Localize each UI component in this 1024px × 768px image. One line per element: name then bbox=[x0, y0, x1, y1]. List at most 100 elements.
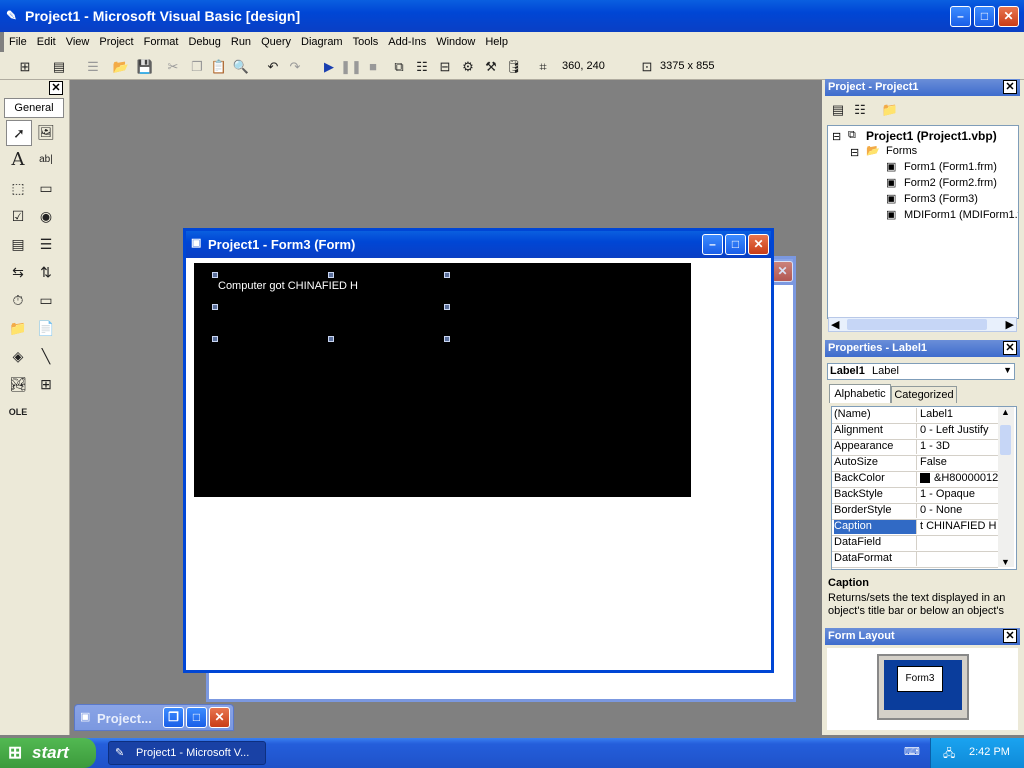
save-icon[interactable]: 💾 bbox=[134, 56, 156, 78]
timer-tool-icon[interactable]: ⏱ bbox=[6, 288, 30, 312]
minimized-restore-button[interactable]: ❐ bbox=[163, 707, 184, 728]
menu-editor-icon[interactable]: ☰ bbox=[82, 56, 104, 78]
property-grid-scrollbar[interactable]: ▲ ▼ bbox=[998, 407, 1014, 567]
label1[interactable]: Computer got CHINAFIED H bbox=[218, 280, 358, 292]
tree-item[interactable]: Form2 (Form2.frm) bbox=[904, 177, 997, 189]
minimize-button[interactable]: – bbox=[950, 6, 971, 27]
add-project-icon[interactable]: ⊞ bbox=[14, 56, 36, 78]
dirlist-tool-icon[interactable]: 📁 bbox=[6, 316, 30, 340]
properties-close-icon[interactable]: ✕ bbox=[1003, 341, 1017, 355]
shape-tool-icon[interactable]: ◈ bbox=[6, 344, 30, 368]
scroll-right-icon[interactable]: ▶ bbox=[1006, 318, 1014, 331]
selection-handle[interactable] bbox=[212, 304, 218, 310]
selection-handle[interactable] bbox=[444, 336, 450, 342]
minimized-maximize-button[interactable]: □ bbox=[186, 707, 207, 728]
hscrollbar-tool-icon[interactable]: ⇆ bbox=[6, 260, 30, 284]
data-view-icon[interactable]: 🛢 bbox=[503, 56, 525, 78]
filelist-tool-icon[interactable]: 📄 bbox=[34, 316, 58, 340]
network-tray-icon[interactable]: 🖧 bbox=[943, 745, 955, 764]
data-tool-icon[interactable]: ⊞ bbox=[34, 372, 58, 396]
selection-handle[interactable] bbox=[212, 336, 218, 342]
tab-categorized[interactable]: Categorized bbox=[891, 386, 957, 403]
selection-handle[interactable] bbox=[328, 272, 334, 278]
tree-item[interactable]: MDIForm1 (MDIForm1.f bbox=[904, 209, 1018, 221]
close-button[interactable]: ✕ bbox=[998, 6, 1019, 27]
start-icon[interactable]: ▶ bbox=[318, 56, 340, 78]
scroll-down-icon[interactable]: ▼ bbox=[1001, 557, 1010, 567]
property-value[interactable]: Label1 bbox=[920, 408, 998, 420]
maximize-button[interactable]: □ bbox=[974, 6, 995, 27]
toolbox-icon[interactable]: ⚒ bbox=[480, 56, 502, 78]
form3-window[interactable]: ▣ Project1 - Form3 (Form) – □ ✕ Computer… bbox=[183, 228, 774, 673]
selection-handle[interactable] bbox=[328, 336, 334, 342]
tree-hscrollbar[interactable]: ◀ ▶ bbox=[828, 317, 1017, 332]
tab-alphabetic[interactable]: Alphabetic bbox=[829, 384, 891, 403]
form-layout-close-icon[interactable]: ✕ bbox=[1003, 629, 1017, 643]
selection-handle[interactable] bbox=[444, 304, 450, 310]
property-row[interactable]: BorderStyle 0 - None bbox=[832, 503, 998, 520]
scroll-left-icon[interactable]: ◀ bbox=[831, 318, 839, 331]
copy-icon[interactable]: ❐ bbox=[186, 56, 208, 78]
label-tool-icon[interactable]: A bbox=[6, 148, 30, 172]
properties-window-icon[interactable]: ☷ bbox=[411, 56, 433, 78]
form-layout-thumbnail[interactable]: Form3 bbox=[897, 666, 943, 692]
paste-icon[interactable]: 📋 bbox=[208, 56, 230, 78]
property-value[interactable]: 1 - Opaque bbox=[920, 488, 998, 500]
optionbutton-tool-icon[interactable]: ◉ bbox=[34, 204, 58, 228]
chevron-down-icon[interactable]: ▼ bbox=[1003, 365, 1012, 375]
find-icon[interactable]: 🔍 bbox=[230, 56, 252, 78]
tree-root[interactable]: Project1 (Project1.vbp) bbox=[866, 129, 997, 143]
drivelist-tool-icon[interactable]: ▭ bbox=[34, 288, 58, 312]
property-value[interactable]: t CHINAFIED H bbox=[920, 520, 998, 532]
tree-item[interactable]: Form3 (Form3) bbox=[904, 193, 978, 205]
object-dropdown[interactable]: Label1 Label ▼ bbox=[827, 363, 1015, 380]
cut-icon[interactable]: ✂ bbox=[162, 56, 184, 78]
start-button[interactable]: ⊞ start bbox=[0, 738, 96, 768]
menu-format[interactable]: Format bbox=[139, 32, 184, 52]
vscrollbar-tool-icon[interactable]: ⇅ bbox=[34, 260, 58, 284]
property-value[interactable]: 1 - 3D bbox=[920, 440, 998, 452]
commandbutton-tool-icon[interactable]: ▭ bbox=[34, 176, 58, 200]
form-layout-icon[interactable]: ⊟ bbox=[434, 56, 456, 78]
object-browser-icon[interactable]: ⚙ bbox=[457, 56, 479, 78]
taskbar-item-vb[interactable]: ✎ Project1 - Microsoft V... bbox=[108, 741, 266, 765]
form3-minimize-button[interactable]: – bbox=[702, 234, 723, 255]
frame-tool-icon[interactable]: ⬚ bbox=[6, 176, 30, 200]
property-row[interactable]: (Name) Label1 bbox=[832, 407, 998, 424]
clock[interactable]: 2:42 PM bbox=[969, 746, 1010, 758]
form3-close-button[interactable]: ✕ bbox=[748, 234, 769, 255]
property-row[interactable]: AutoSize False bbox=[832, 455, 998, 472]
selection-handle[interactable] bbox=[444, 272, 450, 278]
menu-project[interactable]: Project bbox=[94, 32, 138, 52]
minimized-close-button[interactable]: ✕ bbox=[209, 707, 230, 728]
tree-folder-forms[interactable]: Forms bbox=[886, 145, 917, 157]
menu-file[interactable]: File bbox=[4, 32, 32, 52]
listbox-tool-icon[interactable]: ☰ bbox=[34, 232, 58, 256]
open-icon[interactable]: 📂 bbox=[110, 56, 132, 78]
menu-view[interactable]: View bbox=[61, 32, 95, 52]
form3-maximize-button[interactable]: □ bbox=[725, 234, 746, 255]
add-form-icon[interactable]: ▤ bbox=[48, 56, 70, 78]
toolbox-tab-general[interactable]: General bbox=[4, 98, 64, 118]
menu-edit[interactable]: Edit bbox=[32, 32, 61, 52]
menu-run[interactable]: Run bbox=[226, 32, 256, 52]
project-explorer-close-icon[interactable]: ✕ bbox=[1003, 80, 1017, 94]
keyboard-tray-icon[interactable]: ⌨ bbox=[904, 745, 920, 758]
menu-diagram[interactable]: Diagram bbox=[296, 32, 348, 52]
tree-expand-icon[interactable]: ⊟ bbox=[850, 146, 859, 159]
menu-window[interactable]: Window bbox=[431, 32, 480, 52]
pointer-tool-icon[interactable]: ➚ bbox=[6, 120, 32, 146]
view-object-icon[interactable]: ☷ bbox=[849, 99, 871, 121]
image-tool-icon[interactable]: 🏞 bbox=[6, 372, 30, 396]
property-row[interactable]: Alignment 0 - Left Justify bbox=[832, 423, 998, 440]
property-value[interactable]: False bbox=[920, 456, 998, 468]
project-explorer-icon[interactable]: ⧉ bbox=[388, 56, 410, 78]
property-value[interactable]: &H80000012 bbox=[934, 472, 998, 484]
property-row[interactable]: Caption t CHINAFIED H bbox=[832, 519, 998, 536]
redo-icon[interactable]: ↷ bbox=[284, 56, 306, 78]
ole-tool-icon[interactable]: OLE bbox=[6, 400, 30, 424]
end-icon[interactable]: ■ bbox=[362, 56, 384, 78]
vb-app-icon[interactable]: ✎ bbox=[6, 8, 17, 24]
textbox-tool-icon[interactable]: ab| bbox=[34, 148, 58, 172]
minimized-window[interactable]: ▣ Project... ❐ □ ✕ bbox=[74, 704, 234, 731]
